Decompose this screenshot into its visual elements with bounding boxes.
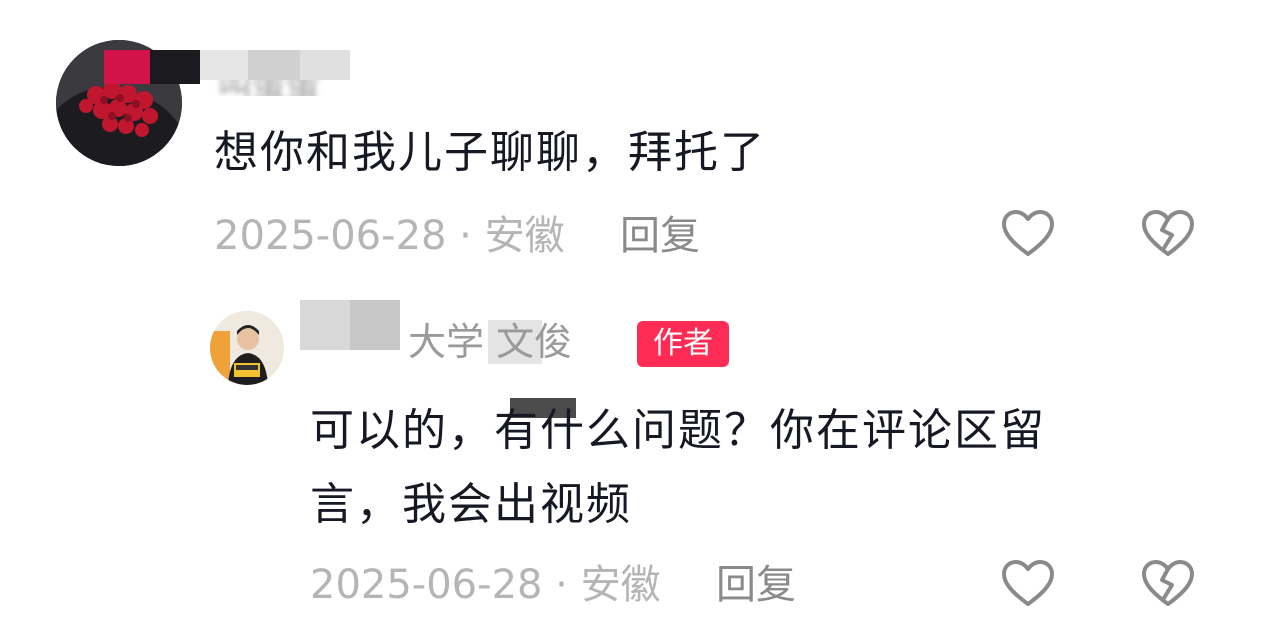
username-mosaic	[248, 50, 300, 80]
like-heart-icon[interactable]	[1000, 556, 1056, 612]
commenter-username[interactable]: 叫蛋蛋	[200, 50, 350, 96]
username-mosaic	[300, 50, 350, 80]
reply-button[interactable]: 回复	[716, 560, 796, 610]
dislike-broken-heart-icon[interactable]	[1140, 556, 1196, 612]
comment-meta: 2025-06-28 · 安徽	[214, 213, 565, 259]
comment-text-line-1: 可以的，有什么问题？你在评论区留	[310, 405, 1046, 456]
username-mosaic-dark	[104, 50, 150, 84]
author-badge: 作者	[637, 321, 729, 367]
reply-button[interactable]: 回复	[620, 211, 700, 261]
comment-meta: 2025-06-28 · 安徽	[310, 562, 661, 608]
like-heart-icon[interactable]	[1000, 206, 1056, 262]
username-mosaic	[200, 50, 248, 80]
author-username[interactable]: 大学 文俊	[408, 320, 572, 364]
author-username-mosaic	[300, 300, 350, 350]
author-username-mosaic	[350, 300, 400, 350]
comment-text: 想你和我儿子聊聊，拜托了	[214, 127, 766, 178]
username-mosaic-dark	[150, 50, 200, 84]
comment-text-line-2: 言，我会出视频	[310, 479, 632, 530]
dislike-broken-heart-icon[interactable]	[1140, 206, 1196, 262]
person-avatar-icon	[210, 311, 284, 385]
author-avatar[interactable]	[210, 311, 284, 385]
